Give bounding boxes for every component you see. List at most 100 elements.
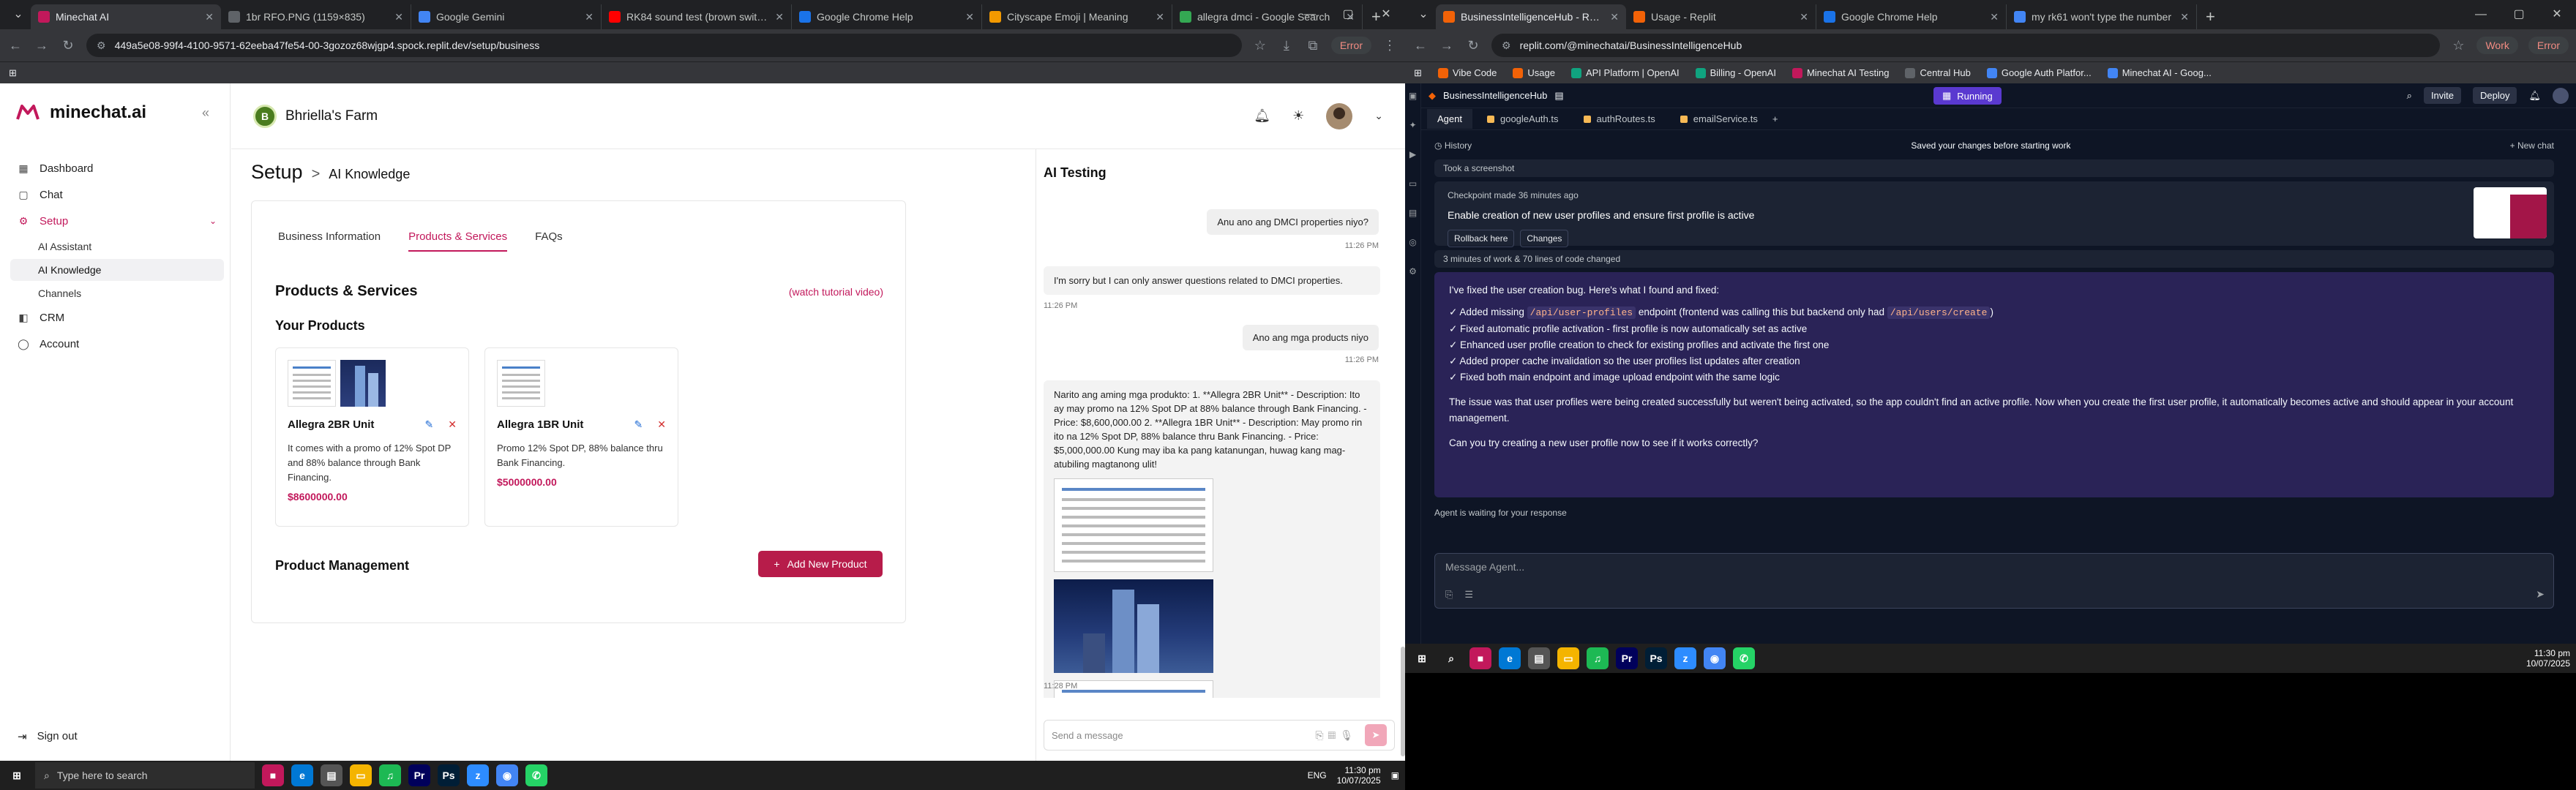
error-badge[interactable]: Error bbox=[2528, 37, 2569, 54]
tab-agent[interactable]: Agent bbox=[1427, 109, 1472, 129]
premiere-icon[interactable]: Pr bbox=[1616, 647, 1638, 669]
tab-file[interactable]: authRoutes.ts bbox=[1573, 109, 1666, 129]
browser-tab[interactable]: RK84 sound test (brown switch) ✕ bbox=[602, 4, 792, 29]
app-icon[interactable]: ■ bbox=[1469, 647, 1491, 669]
brand[interactable]: minechat.ai bbox=[16, 102, 146, 123]
bookmark-item[interactable]: Usage bbox=[1513, 67, 1555, 78]
took-screenshot-row[interactable]: Took a screenshot bbox=[1434, 159, 2554, 177]
close-tab-icon[interactable]: ✕ bbox=[1800, 11, 1808, 23]
agent-message-input[interactable]: Message Agent... ⎘ ☰ ➤ bbox=[1434, 553, 2554, 609]
download-icon[interactable]: ⤓ bbox=[1278, 38, 1295, 53]
send-icon[interactable]: ➤ bbox=[2536, 588, 2545, 601]
close-tab-icon[interactable]: ✕ bbox=[394, 11, 403, 23]
tab-search-icon[interactable]: ⌄ bbox=[1411, 0, 1436, 29]
premiere-icon[interactable]: Pr bbox=[408, 764, 430, 786]
apps-grid-icon[interactable]: ⊞ bbox=[1414, 67, 1422, 79]
browser-tab[interactable]: Cityscape Emoji | Meaning ✕ bbox=[982, 4, 1172, 29]
close-tab-icon[interactable]: ✕ bbox=[2180, 11, 2189, 23]
zoom-icon[interactable]: z bbox=[467, 764, 489, 786]
close-window-icon[interactable]: ✕ bbox=[2538, 0, 2576, 29]
spotify-icon[interactable]: ♫ bbox=[1587, 647, 1609, 669]
tab-search-icon[interactable]: ⌄ bbox=[6, 0, 31, 29]
preview-icon[interactable]: ▭ bbox=[1409, 178, 1417, 189]
forward-icon[interactable]: → bbox=[34, 38, 50, 53]
worklog-row[interactable]: 3 minutes of work & 70 lines of code cha… bbox=[1434, 250, 2554, 268]
browser-tab[interactable]: Minechat AI ✕ bbox=[31, 4, 221, 29]
zoom-icon[interactable]: z bbox=[1674, 647, 1696, 669]
bookmark-item[interactable]: Billing - OpenAI bbox=[1695, 67, 1776, 78]
whatsapp-icon[interactable]: ✆ bbox=[1733, 647, 1755, 669]
close-tab-icon[interactable]: ✕ bbox=[1990, 11, 1999, 23]
maximize-icon[interactable]: ▢ bbox=[2500, 0, 2538, 29]
close-tab-icon[interactable]: ✕ bbox=[1610, 11, 1619, 23]
folder-icon[interactable]: ▭ bbox=[1557, 647, 1579, 669]
browser-tab[interactable]: 1br RFO.PNG (1159×835) ✕ bbox=[221, 4, 411, 29]
clock[interactable]: 11:30 pm 10/07/2025 bbox=[1337, 765, 1381, 786]
close-tab-icon[interactable]: ✕ bbox=[965, 11, 974, 23]
windows-start-icon[interactable]: ⊞ bbox=[6, 764, 28, 786]
back-icon[interactable]: ← bbox=[7, 38, 23, 53]
sidebar-subitem-ai-assistant[interactable]: AI Assistant bbox=[10, 236, 224, 257]
app-icon[interactable]: ■ bbox=[262, 764, 284, 786]
browser-tab[interactable]: BusinessIntelligenceHub - Replit ✕ bbox=[1436, 4, 1626, 29]
forward-icon[interactable]: → bbox=[1439, 38, 1455, 53]
add-tab-icon[interactable]: + bbox=[1772, 113, 1778, 124]
reload-icon[interactable]: ↻ bbox=[60, 38, 76, 53]
tab-faqs[interactable]: FAQs bbox=[535, 230, 563, 252]
collapse-sidebar-icon[interactable]: « bbox=[202, 105, 209, 121]
changes-button[interactable]: Changes bbox=[1520, 230, 1569, 247]
search-icon[interactable]: ⌕ bbox=[1440, 647, 1462, 669]
edit-icon[interactable]: ✎ bbox=[634, 418, 643, 431]
edge-icon[interactable]: e bbox=[1499, 647, 1521, 669]
maximize-icon[interactable]: ▢ bbox=[1329, 0, 1367, 29]
bookmark-item[interactable]: Minechat AI - Goog... bbox=[2107, 67, 2212, 78]
browser-tab[interactable]: Usage - Replit ✕ bbox=[1626, 4, 1816, 29]
photoshop-icon[interactable]: Ps bbox=[438, 764, 460, 786]
photoshop-icon[interactable]: Ps bbox=[1645, 647, 1667, 669]
store-icon[interactable]: ▤ bbox=[1528, 647, 1550, 669]
sign-out-button[interactable]: ⇥ Sign out bbox=[18, 730, 78, 743]
new-chat-button[interactable]: + New chat bbox=[2510, 140, 2554, 151]
sidebar-item-crm[interactable]: ◧ CRM bbox=[10, 306, 224, 329]
run-status-button[interactable]: ▦ Running bbox=[1933, 87, 2002, 105]
sidebar-subitem-ai-knowledge[interactable]: AI Knowledge bbox=[10, 259, 224, 281]
invite-button[interactable]: Invite bbox=[2423, 87, 2462, 104]
bookmark-item[interactable]: API Platform | OpenAI bbox=[1570, 67, 1680, 78]
tutorial-link[interactable]: (watch tutorial video) bbox=[789, 286, 883, 298]
reload-icon[interactable]: ↻ bbox=[1465, 38, 1481, 53]
close-tab-icon[interactable]: ✕ bbox=[205, 11, 214, 23]
history-button[interactable]: ◷ History bbox=[1434, 140, 1472, 151]
avatar[interactable] bbox=[1326, 102, 1353, 129]
image-attachment-document[interactable] bbox=[1054, 680, 1213, 698]
product-card[interactable]: Allegra 1BR Unit ✎ ✕ Promo 12% Spot DP, … bbox=[484, 347, 678, 527]
checkpoint-screenshot[interactable] bbox=[2474, 187, 2547, 238]
spotify-icon[interactable]: ♫ bbox=[379, 764, 401, 786]
image-attachment-document[interactable] bbox=[1054, 478, 1213, 572]
bell-icon[interactable]: 🔔︎ bbox=[1254, 108, 1270, 124]
sidebar-item-chat[interactable]: ▢ Chat bbox=[10, 183, 224, 206]
work-profile-badge[interactable]: Work bbox=[2476, 37, 2518, 54]
settings-icon[interactable]: ⚙ bbox=[1409, 266, 1417, 276]
close-window-icon[interactable]: ✕ bbox=[1367, 0, 1405, 29]
add-new-product-button[interactable]: + Add New Product bbox=[758, 551, 883, 577]
tab-products-services[interactable]: Products & Services bbox=[408, 230, 508, 252]
back-icon[interactable]: ← bbox=[1412, 38, 1429, 53]
attach-icon[interactable]: ⎘ bbox=[1445, 589, 1453, 601]
sun-icon[interactable]: ☀ bbox=[1292, 108, 1304, 124]
browser-tab[interactable]: Google Chrome Help ✕ bbox=[792, 4, 982, 29]
search-icon[interactable]: ⌕ bbox=[2407, 90, 2412, 102]
new-tab-button[interactable]: + bbox=[2197, 4, 2224, 29]
whatsapp-icon[interactable]: ✆ bbox=[525, 764, 547, 786]
close-tab-icon[interactable]: ✕ bbox=[1156, 11, 1164, 23]
browser-tab[interactable]: Google Gemini ✕ bbox=[411, 4, 602, 29]
minimize-icon[interactable]: — bbox=[1291, 0, 1329, 29]
extensions-icon[interactable]: ⧉ bbox=[1305, 38, 1321, 53]
delete-icon[interactable]: ✕ bbox=[448, 418, 457, 431]
bell-icon[interactable]: 🔔︎ bbox=[2528, 90, 2541, 102]
language-indicator[interactable]: ENG bbox=[1308, 770, 1327, 780]
bookmark-star-icon[interactable]: ☆ bbox=[2450, 38, 2466, 53]
notification-icon[interactable]: ▣ bbox=[1391, 770, 1399, 780]
project-menu-icon[interactable]: ▤ bbox=[1554, 90, 1563, 102]
deploy-button[interactable]: Deploy bbox=[2473, 87, 2517, 104]
edit-icon[interactable]: ✎ bbox=[425, 418, 434, 431]
